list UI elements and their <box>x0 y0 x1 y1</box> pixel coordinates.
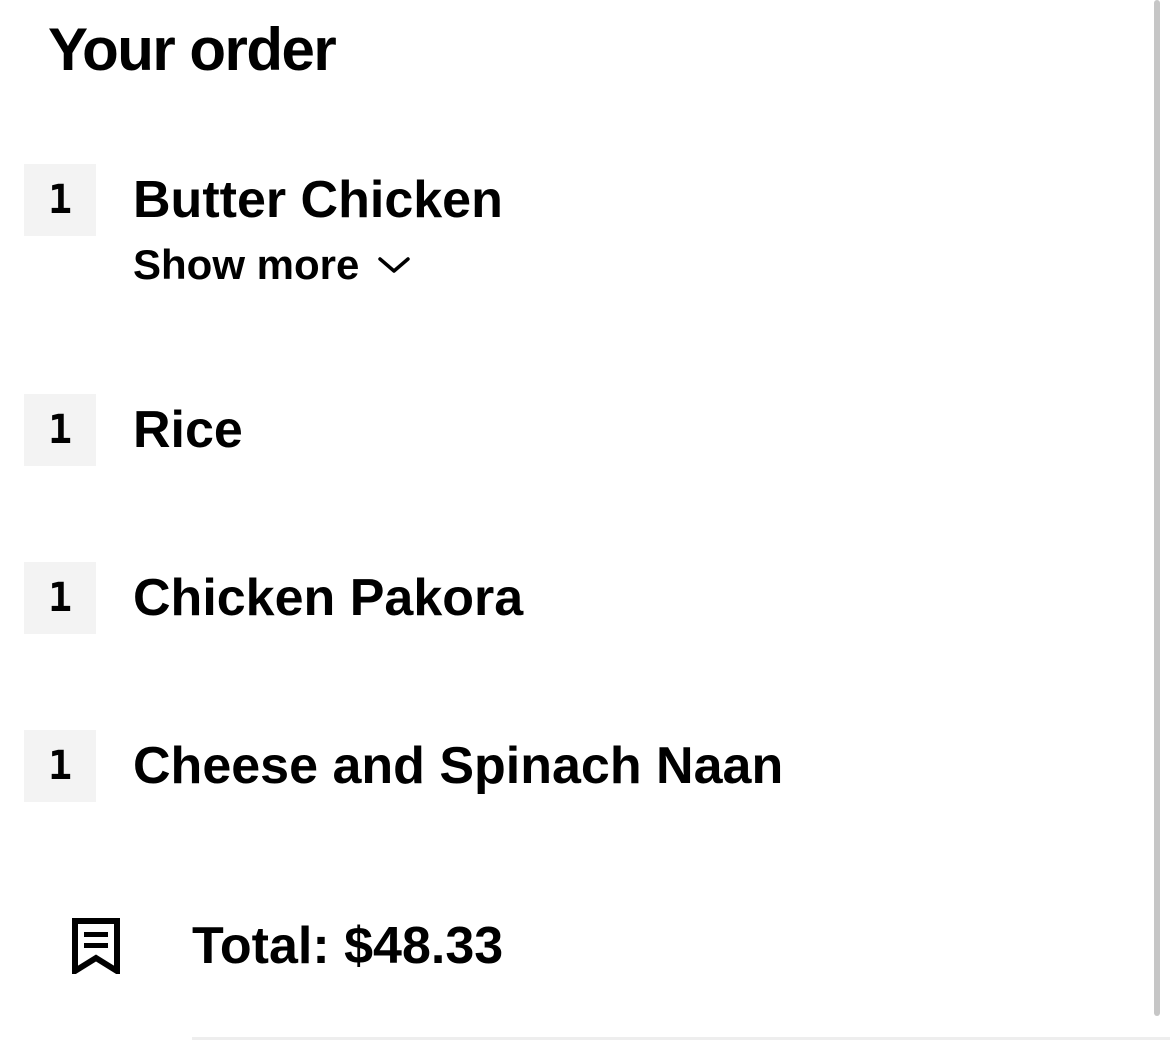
scrollbar[interactable] <box>1154 0 1160 1016</box>
item-name: Butter Chicken <box>133 171 503 229</box>
show-more-button[interactable]: Show more <box>133 240 411 290</box>
item-name: Cheese and Spinach Naan <box>133 737 784 795</box>
order-total: Total: $48.33 <box>192 917 504 975</box>
page-title: Your order <box>48 16 337 83</box>
item-name: Rice <box>133 401 243 459</box>
quantity-badge: 1 <box>24 164 96 236</box>
divider <box>192 1037 1170 1040</box>
receipt-icon <box>72 918 120 974</box>
chevron-down-icon <box>378 257 411 273</box>
quantity-badge: 1 <box>24 562 96 634</box>
quantity-badge: 1 <box>24 394 96 466</box>
show-more-label: Show more <box>133 241 360 288</box>
quantity-badge: 1 <box>24 730 96 802</box>
order-total-row: Total: $48.33 <box>0 910 1150 982</box>
item-name: Chicken Pakora <box>133 569 524 627</box>
